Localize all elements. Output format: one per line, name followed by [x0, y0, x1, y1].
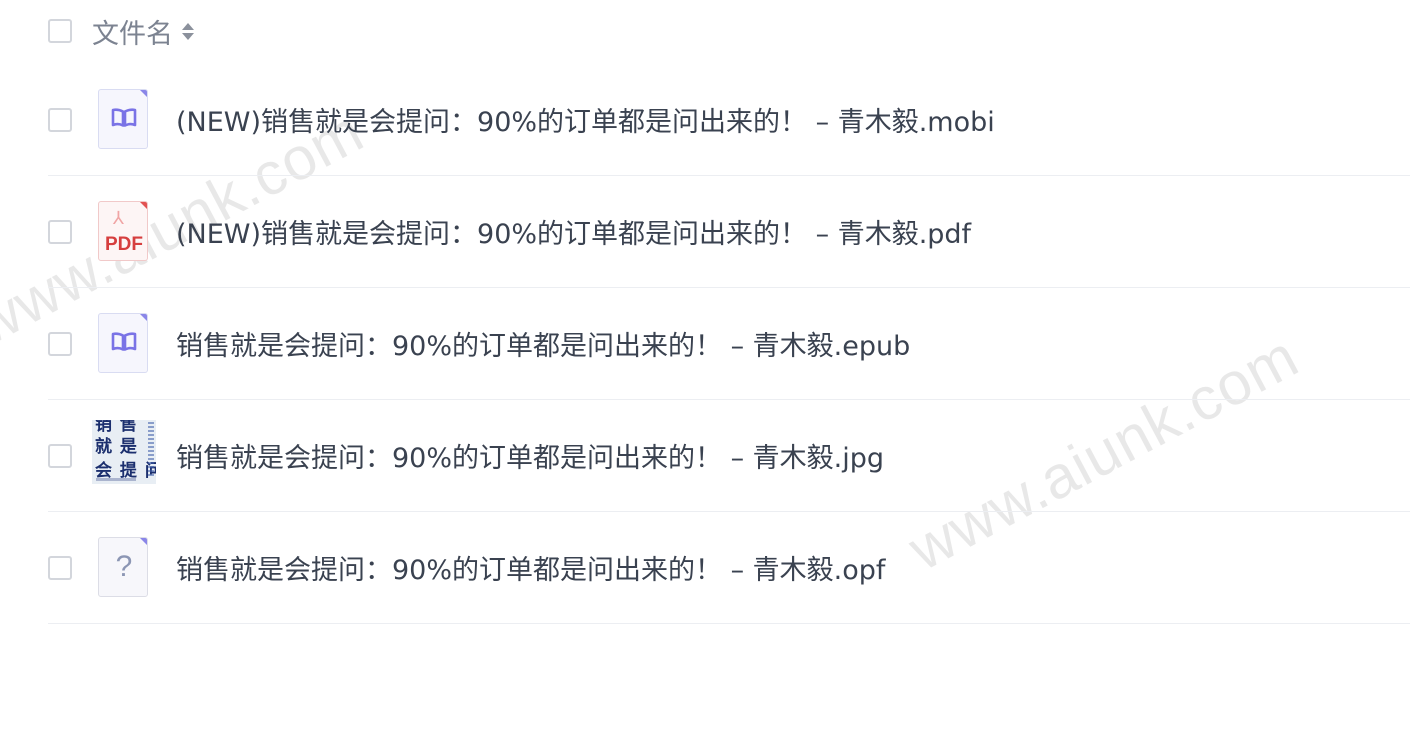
unknown-file-icon: ? — [98, 536, 150, 599]
file-row[interactable]: 销 售 就 是 会 提 问 销售就是会提问：90%的订单都是问出来的！ – 青木… — [48, 400, 1410, 512]
file-name[interactable]: 销售就是会提问：90%的订单都是问出来的！ – 青木毅.jpg — [176, 436, 884, 475]
file-list: (NEW)销售就是会提问：90%的订单都是问出来的！ – 青木毅.mobi ⅄ … — [48, 64, 1410, 624]
file-name[interactable]: 销售就是会提问：90%的订单都是问出来的！ – 青木毅.opf — [176, 548, 885, 587]
row-checkbox[interactable] — [48, 443, 72, 468]
book-cover-thumbnail: 销 售 就 是 会 提 问 — [92, 419, 156, 484]
file-row[interactable]: ? 销售就是会提问：90%的订单都是问出来的！ – 青木毅.opf — [48, 512, 1410, 624]
file-name[interactable]: (NEW)销售就是会提问：90%的订单都是问出来的！ – 青木毅.mobi — [176, 100, 995, 139]
open-book-icon — [111, 331, 137, 351]
row-checkbox[interactable] — [48, 555, 72, 580]
row-checkbox[interactable] — [48, 331, 72, 356]
ebook-icon — [98, 88, 150, 151]
acrobat-mark-icon: ⅄ — [113, 207, 124, 229]
image-thumbnail: 销 售 就 是 会 提 问 — [92, 419, 156, 487]
file-name[interactable]: 销售就是会提问：90%的订单都是问出来的！ – 青木毅.epub — [176, 324, 910, 363]
pdf-label: PDF — [105, 233, 143, 255]
pdf-icon: ⅄ PDF — [98, 200, 150, 263]
file-row[interactable]: 销售就是会提问：90%的订单都是问出来的！ – 青木毅.epub — [48, 288, 1410, 400]
file-row[interactable]: (NEW)销售就是会提问：90%的订单都是问出来的！ – 青木毅.mobi — [48, 64, 1410, 176]
column-header-filename[interactable]: 文件名 — [92, 12, 173, 51]
select-all-checkbox[interactable] — [48, 19, 72, 43]
row-checkbox[interactable] — [48, 219, 72, 244]
list-header: 文件名 — [48, 0, 1410, 62]
sort-icon[interactable] — [181, 19, 195, 43]
file-list-page: www.aiunk.com www.aiunk.com 文件名 (NEW)销售就… — [0, 0, 1410, 738]
open-book-icon — [111, 107, 137, 127]
file-name[interactable]: (NEW)销售就是会提问：90%的订单都是问出来的！ – 青木毅.pdf — [176, 212, 971, 251]
ebook-icon — [98, 312, 150, 375]
row-checkbox[interactable] — [48, 107, 72, 132]
question-mark-icon: ? — [115, 549, 133, 583]
sort-down-icon — [182, 32, 194, 40]
sort-up-icon — [182, 22, 194, 30]
file-row[interactable]: ⅄ PDF (NEW)销售就是会提问：90%的订单都是问出来的！ – 青木毅.p… — [48, 176, 1410, 288]
